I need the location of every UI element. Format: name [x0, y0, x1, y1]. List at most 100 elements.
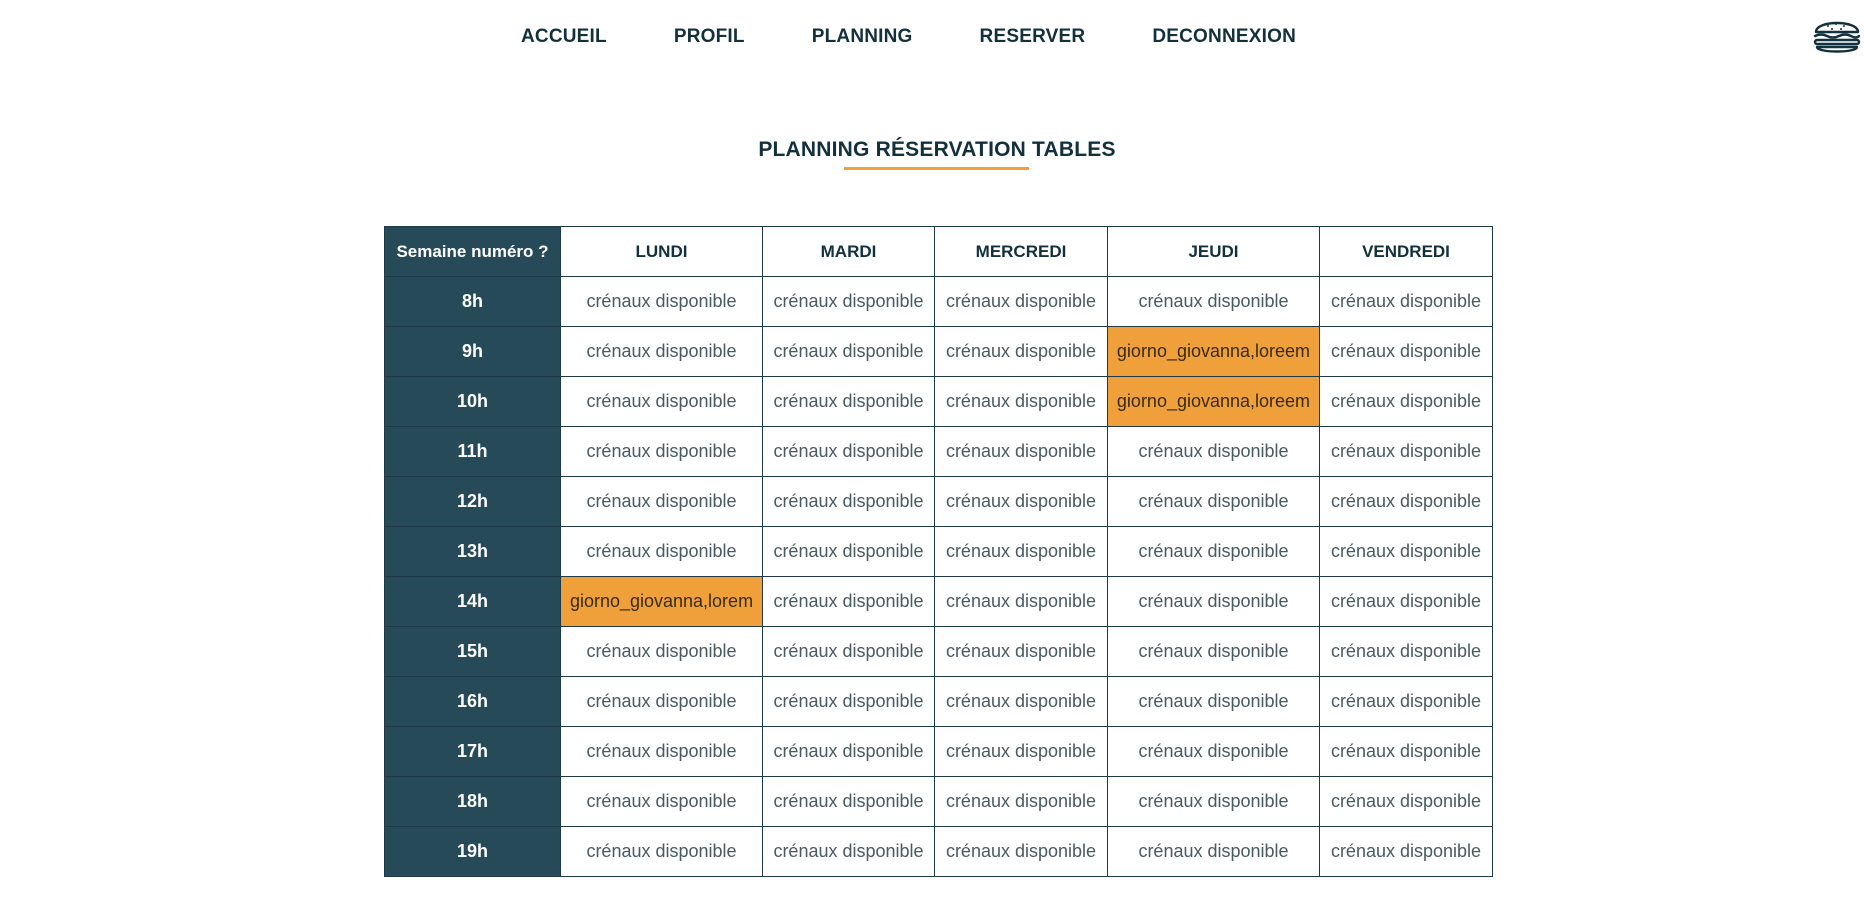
available-slot[interactable]: crénaux disponible [1107, 476, 1320, 527]
available-slot[interactable]: crénaux disponible [762, 576, 935, 627]
table-row: 14h giorno_giovanna,lorem crénaux disponib… [384, 576, 1493, 627]
table-row: 8h crénaux disponible crénaux disponible cr… [384, 276, 1493, 327]
available-slot[interactable]: crénaux disponible [934, 426, 1108, 477]
available-slot[interactable]: crénaux disponible [762, 426, 935, 477]
available-slot[interactable]: crénaux disponible [560, 526, 763, 577]
available-slot[interactable]: crénaux disponible [934, 826, 1108, 877]
available-slot[interactable]: crénaux disponible [560, 326, 763, 377]
table-row: 12h crénaux disponible crénaux disponible c… [384, 476, 1493, 527]
available-slot[interactable]: crénaux disponible [1107, 676, 1320, 727]
burger-icon[interactable] [1812, 14, 1862, 56]
table-header-row: Semaine numéro ? LUNDI MARDI MERCREDI JE… [384, 226, 1493, 277]
available-slot[interactable]: crénaux disponible [934, 526, 1108, 577]
title-section: PLANNING RÉSERVATION TABLES [0, 138, 1864, 162]
hour-label: 17h [384, 726, 561, 777]
available-slot[interactable]: crénaux disponible [1107, 276, 1320, 327]
schedule-table: Semaine numéro ? LUNDI MARDI MERCREDI JE… [384, 226, 1493, 877]
available-slot[interactable]: crénaux disponible [1319, 626, 1493, 677]
available-slot[interactable]: crénaux disponible [934, 376, 1108, 427]
available-slot[interactable]: crénaux disponible [1319, 676, 1493, 727]
available-slot[interactable]: crénaux disponible [1319, 776, 1493, 827]
available-slot[interactable]: crénaux disponible [1319, 726, 1493, 777]
page-title: PLANNING RÉSERVATION TABLES [758, 138, 1116, 161]
available-slot[interactable]: crénaux disponible [762, 626, 935, 677]
hour-label: 14h [384, 576, 561, 627]
available-slot[interactable]: crénaux disponible [934, 326, 1108, 377]
available-slot[interactable]: crénaux disponible [1107, 776, 1320, 827]
available-slot[interactable]: crénaux disponible [1107, 726, 1320, 777]
available-slot[interactable]: crénaux disponible [1319, 276, 1493, 327]
available-slot[interactable]: crénaux disponible [1319, 826, 1493, 877]
available-slot[interactable]: crénaux disponible [934, 776, 1108, 827]
nav-link-planning[interactable]: PLANNING [812, 26, 913, 48]
schedule-body: 8h crénaux disponible crénaux disponible cr… [384, 276, 1493, 877]
available-slot[interactable]: crénaux disponible [1107, 626, 1320, 677]
table-row: 15h crénaux disponible crénaux disponible c… [384, 626, 1493, 677]
table-row: 19h crénaux disponible crénaux disponible c… [384, 826, 1493, 877]
booked-slot[interactable]: giorno_giovanna,lorem [560, 576, 763, 627]
booked-slot[interactable]: giorno_giovanna,loreem [1107, 326, 1320, 377]
hour-label: 19h [384, 826, 561, 877]
available-slot[interactable]: crénaux disponible [1107, 826, 1320, 877]
top-nav: ACCUEIL PROFIL PLANNING RESERVER DECONNE… [0, 0, 1864, 76]
day-header-lundi: LUNDI [560, 226, 763, 277]
hour-label: 12h [384, 476, 561, 527]
available-slot[interactable]: crénaux disponible [560, 826, 763, 877]
booked-slot[interactable]: giorno_giovanna,loreem [1107, 376, 1320, 427]
hour-label: 18h [384, 776, 561, 827]
available-slot[interactable]: crénaux disponible [1107, 576, 1320, 627]
hour-label: 13h [384, 526, 561, 577]
available-slot[interactable]: crénaux disponible [1319, 576, 1493, 627]
available-slot[interactable]: crénaux disponible [560, 676, 763, 727]
available-slot[interactable]: crénaux disponible [934, 576, 1108, 627]
nav-link-profil[interactable]: PROFIL [674, 26, 745, 48]
day-header-vendredi: VENDREDI [1319, 226, 1493, 277]
title-underline [844, 167, 1029, 170]
table-row: 10h crénaux disponible crénaux disponible c… [384, 376, 1493, 427]
available-slot[interactable]: crénaux disponible [762, 476, 935, 527]
available-slot[interactable]: crénaux disponible [1319, 426, 1493, 477]
available-slot[interactable]: crénaux disponible [934, 626, 1108, 677]
available-slot[interactable]: crénaux disponible [762, 676, 935, 727]
available-slot[interactable]: crénaux disponible [762, 826, 935, 877]
table-row: 11h crénaux disponible crénaux disponible c… [384, 426, 1493, 477]
available-slot[interactable]: crénaux disponible [762, 776, 935, 827]
table-row: 9h crénaux disponible crénaux disponible cr… [384, 326, 1493, 377]
available-slot[interactable]: crénaux disponible [560, 626, 763, 677]
available-slot[interactable]: crénaux disponible [934, 476, 1108, 527]
available-slot[interactable]: crénaux disponible [560, 376, 763, 427]
available-slot[interactable]: crénaux disponible [1319, 476, 1493, 527]
table-row: 13h crénaux disponible crénaux disponible c… [384, 526, 1493, 577]
available-slot[interactable]: crénaux disponible [934, 676, 1108, 727]
day-header-jeudi: JEUDI [1107, 226, 1320, 277]
hour-label: 15h [384, 626, 561, 677]
available-slot[interactable]: crénaux disponible [1319, 326, 1493, 377]
available-slot[interactable]: crénaux disponible [560, 726, 763, 777]
available-slot[interactable]: crénaux disponible [762, 376, 935, 427]
available-slot[interactable]: crénaux disponible [560, 776, 763, 827]
hour-label: 9h [384, 326, 561, 377]
table-row: 17h crénaux disponible crénaux disponible c… [384, 726, 1493, 777]
available-slot[interactable]: crénaux disponible [762, 526, 935, 577]
available-slot[interactable]: crénaux disponible [934, 726, 1108, 777]
day-header-mardi: MARDI [762, 226, 935, 277]
week-number-header: Semaine numéro ? [384, 226, 561, 277]
available-slot[interactable]: crénaux disponible [762, 726, 935, 777]
available-slot[interactable]: crénaux disponible [560, 276, 763, 327]
available-slot[interactable]: crénaux disponible [560, 476, 763, 527]
nav-link-deconnexion[interactable]: DECONNEXION [1152, 26, 1296, 48]
hour-label: 8h [384, 276, 561, 327]
nav-link-reserver[interactable]: RESERVER [980, 26, 1086, 48]
available-slot[interactable]: crénaux disponible [762, 326, 935, 377]
available-slot[interactable]: crénaux disponible [762, 276, 935, 327]
available-slot[interactable]: crénaux disponible [1319, 526, 1493, 577]
available-slot[interactable]: crénaux disponible [560, 426, 763, 477]
available-slot[interactable]: crénaux disponible [1107, 526, 1320, 577]
available-slot[interactable]: crénaux disponible [1319, 376, 1493, 427]
nav-links: ACCUEIL PROFIL PLANNING RESERVER DECONNE… [521, 26, 1363, 48]
hour-label: 10h [384, 376, 561, 427]
available-slot[interactable]: crénaux disponible [934, 276, 1108, 327]
available-slot[interactable]: crénaux disponible [1107, 426, 1320, 477]
nav-link-accueil[interactable]: ACCUEIL [521, 26, 607, 48]
table-row: 18h crénaux disponible crénaux disponible c… [384, 776, 1493, 827]
